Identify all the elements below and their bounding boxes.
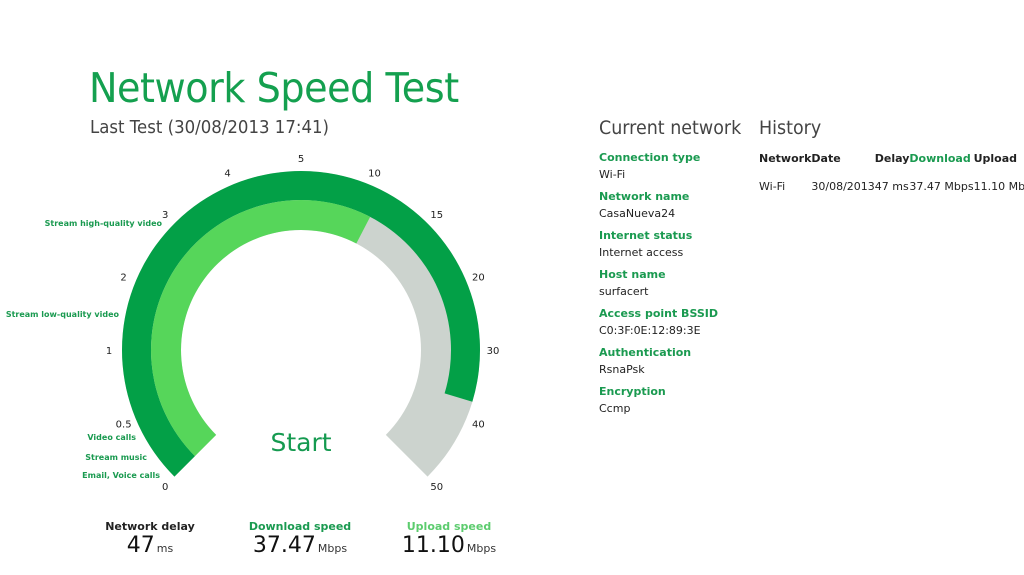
gauge-tick-label: 0.5 xyxy=(116,419,132,430)
download-speed-label: Download speed xyxy=(248,520,352,533)
gauge-tick-label: 20 xyxy=(472,273,485,284)
net-item-network-name: Network name CasaNueva24 xyxy=(599,189,718,222)
column-download[interactable]: Download xyxy=(909,149,973,167)
net-value: Ccmp xyxy=(599,402,631,415)
net-key: Access point BSSID xyxy=(599,307,719,320)
history-cell-network: Wi-Fi xyxy=(759,179,786,193)
gauge-tick-label: 15 xyxy=(430,210,443,221)
net-value: C0:3F:0E:12:89:3E xyxy=(599,324,701,337)
history-cell-download: 37.47 Mbps xyxy=(909,179,974,193)
network-delay-value: 47 xyxy=(126,533,155,558)
net-item-bssid: Access point BSSID C0:3F:0E:12:89:3E xyxy=(599,306,718,339)
start-button[interactable]: Start xyxy=(251,428,351,457)
gauge-tick-label: 1 xyxy=(106,346,112,357)
history-cell-delay: 47 ms xyxy=(874,179,909,193)
net-item-encryption: Encryption Ccmp xyxy=(599,384,718,417)
net-key: Host name xyxy=(599,268,666,281)
column-upload[interactable]: Upload xyxy=(974,149,1024,167)
net-value: Wi-Fi xyxy=(599,168,626,181)
download-speed-unit: Mbps xyxy=(317,542,348,555)
net-item-authentication: Authentication RsnaPsk xyxy=(599,345,718,378)
download-speed-value: 37.47 xyxy=(252,533,316,558)
net-item-host-name: Host name surfacert xyxy=(599,267,718,300)
column-network[interactable]: Network xyxy=(759,149,811,167)
gauge-tick-label: 2 xyxy=(120,273,126,284)
net-key: Connection type xyxy=(599,151,701,164)
history-header-row: Network Date Delay Download Upload xyxy=(759,149,1024,167)
net-value: CasaNueva24 xyxy=(599,207,676,220)
gauge-tick-label: 30 xyxy=(487,346,500,357)
network-delay-metric: Network delay 47 ms xyxy=(98,520,202,558)
net-key: Authentication xyxy=(599,346,692,359)
gauge-tick-label: 4 xyxy=(224,169,230,180)
usage-threshold-label: Stream high-quality video xyxy=(45,219,163,228)
network-delay-unit: ms xyxy=(156,542,174,555)
network-delay-label: Network delay xyxy=(105,520,195,533)
usage-threshold-label: Stream music xyxy=(85,453,147,462)
net-key: Encryption xyxy=(599,385,666,398)
current-network-title: Current network xyxy=(599,117,742,139)
net-item-connection-type: Connection type Wi-Fi xyxy=(599,150,718,183)
gauge-tick-label: 0 xyxy=(162,482,168,493)
history-title: History xyxy=(759,117,822,139)
upload-speed-value: 11.10 xyxy=(401,533,465,558)
usage-threshold-label: Stream low-quality video xyxy=(6,310,120,319)
usage-threshold-label: Email, Voice calls xyxy=(82,471,160,480)
net-key: Network name xyxy=(599,190,690,203)
upload-speed-unit: Mbps xyxy=(466,542,497,555)
download-speed-metric: Download speed 37.47 Mbps xyxy=(240,520,360,558)
gauge-tick-label: 5 xyxy=(298,154,304,165)
net-value: surfacert xyxy=(599,285,649,298)
gauge-tick-label: 50 xyxy=(430,482,443,493)
net-item-internet-status: Internet status Internet access xyxy=(599,228,718,261)
history-cell-upload: 11.10 Mbps xyxy=(973,179,1024,193)
upload-speed-label: Upload speed xyxy=(406,520,492,533)
history-table: Network Date Delay Download Upload Wi-Fi… xyxy=(759,149,1024,205)
net-value: Internet access xyxy=(599,246,684,259)
current-network-list: Connection type Wi-Fi Network name CasaN… xyxy=(599,150,718,423)
net-value: RsnaPsk xyxy=(599,363,645,376)
gauge-tick-label: 3 xyxy=(162,210,168,221)
usage-threshold-label: Video calls xyxy=(87,433,136,442)
history-row[interactable]: Wi-Fi 30/08/2013 47 ms 37.47 Mbps 11.10 … xyxy=(759,167,1024,205)
gauge-tick-label: 10 xyxy=(368,169,381,180)
history-cell-date: 30/08/2013 xyxy=(811,179,875,193)
column-date[interactable]: Date xyxy=(811,149,874,167)
upload-speed-metric: Upload speed 11.10 Mbps xyxy=(389,520,509,558)
gauge-tick-label: 40 xyxy=(472,419,485,430)
column-delay[interactable]: Delay xyxy=(875,149,910,167)
net-key: Internet status xyxy=(599,229,693,242)
